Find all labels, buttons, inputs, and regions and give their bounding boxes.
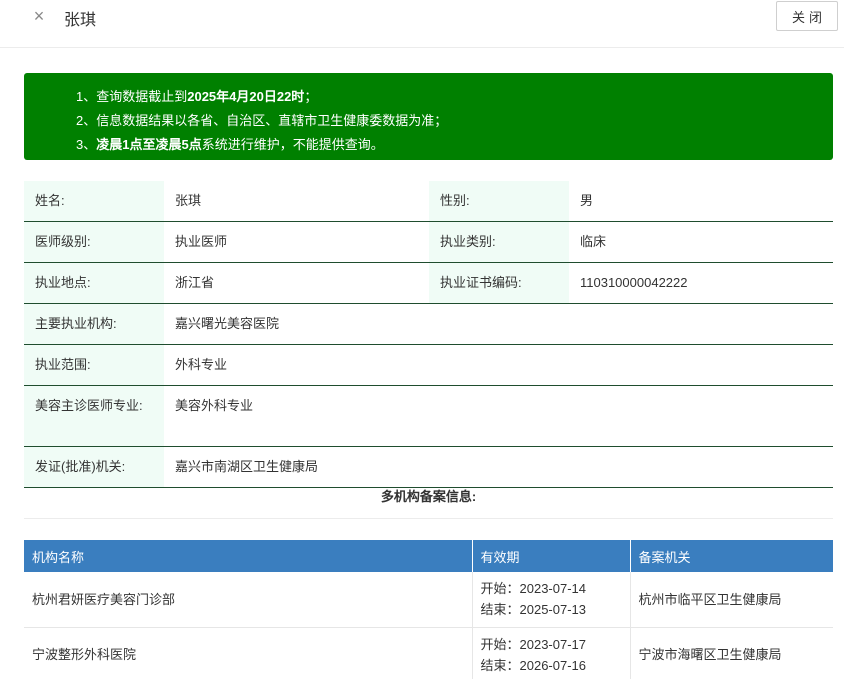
level-value: 执业医师 <box>164 221 429 263</box>
dialog-title: 张琪 <box>64 12 97 29</box>
location-label: 执业地点: <box>24 262 164 304</box>
multi-org-table: 机构名称 有效期 备案机关 杭州君妍医疗美容门诊部 开始：2023-07-14 结… <box>24 540 833 679</box>
info-row-cosmetic: 美容主诊医师专业: 美容外科专业 <box>24 385 833 447</box>
doctor-info-table: 姓名: 张琪 性别: 男 医师级别: 执业医师 执业类别: 临床 执业地点: 浙… <box>24 181 833 488</box>
notice-line-1: 1、查询数据截止到2025年4月20日22时； <box>76 89 318 104</box>
close-button[interactable]: 关闭 <box>776 1 838 31</box>
authority: 杭州市临平区卫生健康局 <box>630 572 833 628</box>
name-value: 张琪 <box>164 181 429 222</box>
notice-line-2: 2、信息数据结果以各省、自治区、直辖市卫生健康委数据为准； <box>76 113 448 128</box>
info-row-location: 执业地点: 浙江省 执业证书编码: 110310000042222 <box>24 262 833 304</box>
table-row: 杭州君妍医疗美容门诊部 开始：2023-07-14 结束：2025-07-13 杭… <box>24 572 833 628</box>
close-icon[interactable]: × <box>28 5 50 27</box>
scope-label: 执业范围: <box>24 344 164 386</box>
validity: 开始：2023-07-17 结束：2026-07-16 <box>472 627 631 679</box>
authority: 宁波市海曙区卫生健康局 <box>630 627 833 679</box>
org-label: 主要执业机构: <box>24 303 164 345</box>
info-row-org: 主要执业机构: 嘉兴曙光美容医院 <box>24 303 833 345</box>
header-authority: 备案机关 <box>630 540 833 572</box>
org-value: 嘉兴曙光美容医院 <box>164 303 833 345</box>
dialog-header: × 张琪 关闭 <box>0 0 844 48</box>
header-org-name: 机构名称 <box>24 540 473 572</box>
validity-end: 结束：2026-07-16 <box>480 657 587 673</box>
info-row-name: 姓名: 张琪 性别: 男 <box>24 181 833 222</box>
cosmetic-value: 美容外科专业 <box>164 385 833 447</box>
gender-value: 男 <box>569 181 833 222</box>
org-table-header: 机构名称 有效期 备案机关 <box>24 540 833 572</box>
validity-start: 开始：2023-07-14 <box>480 581 587 597</box>
scope-value: 外科专业 <box>164 344 833 386</box>
notice-banner: 1、查询数据截止到2025年4月20日22时； 2、信息数据结果以各省、自治区、… <box>24 73 833 160</box>
header-validity: 有效期 <box>472 540 631 572</box>
name-label: 姓名: <box>24 181 164 222</box>
multi-org-title: 多机构备案信息: <box>24 476 833 519</box>
org-name: 杭州君妍医疗美容门诊部 <box>24 572 473 628</box>
info-row-scope: 执业范围: 外科专业 <box>24 344 833 386</box>
org-name: 宁波整形外科医院 <box>24 627 473 679</box>
cosmetic-label: 美容主诊医师专业: <box>24 385 164 447</box>
info-row-level: 医师级别: 执业医师 执业类别: 临床 <box>24 221 833 263</box>
cert-value: 110310000042222 <box>569 262 833 304</box>
cert-label: 执业证书编码: <box>429 262 569 304</box>
table-row: 宁波整形外科医院 开始：2023-07-17 结束：2026-07-16 宁波市海… <box>24 627 833 679</box>
category-value: 临床 <box>569 221 833 263</box>
validity-end: 结束：2025-07-13 <box>480 602 587 618</box>
gender-label: 性别: <box>429 181 569 222</box>
notice-line-3: 3、凌晨1点至凌晨5点系统进行维护，不能提供查询。 <box>76 137 384 152</box>
category-label: 执业类别: <box>429 221 569 263</box>
validity: 开始：2023-07-14 结束：2025-07-13 <box>472 572 631 628</box>
location-value: 浙江省 <box>164 262 429 304</box>
level-label: 医师级别: <box>24 221 164 263</box>
validity-start: 开始：2023-07-17 <box>480 636 587 652</box>
